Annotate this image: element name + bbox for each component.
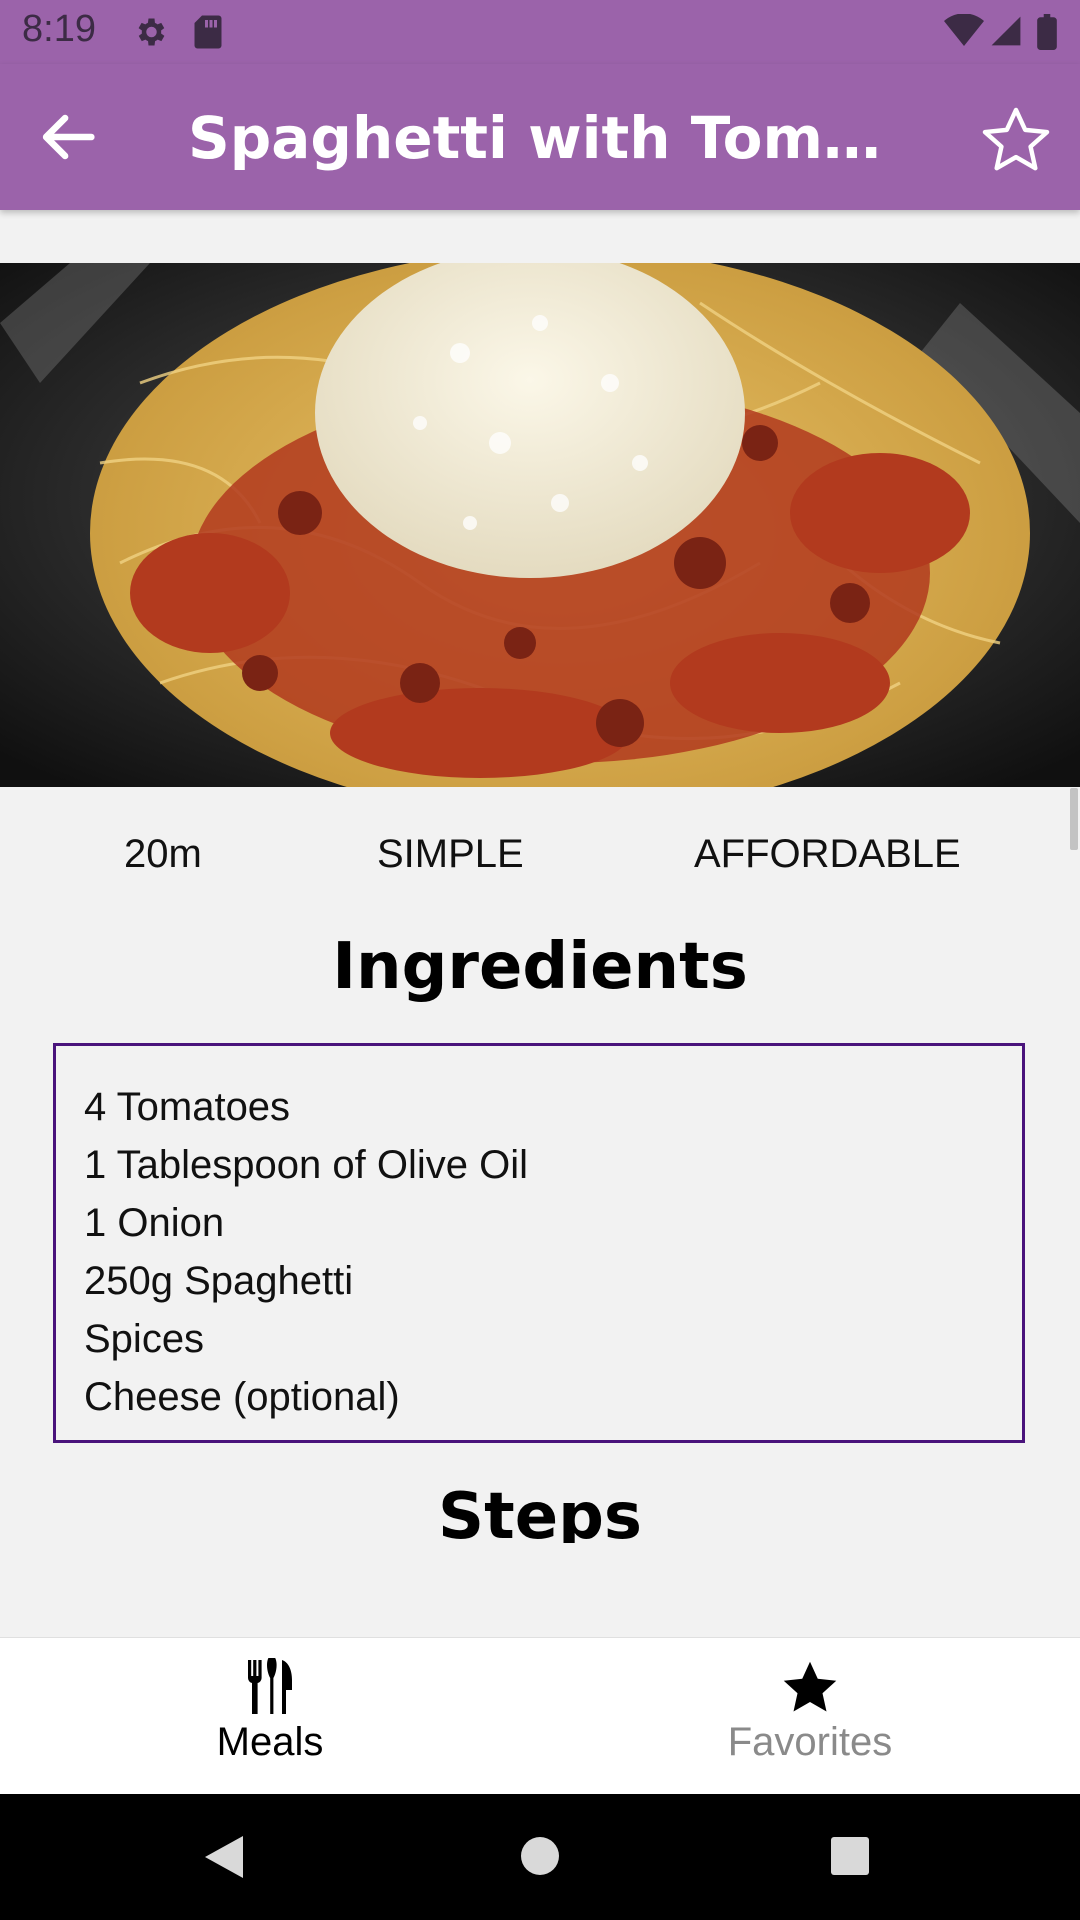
- battery-icon: [1037, 14, 1057, 50]
- meal-complexity: SIMPLE: [377, 832, 524, 876]
- meal-image: [0, 263, 1080, 787]
- favorite-button[interactable]: [976, 102, 1056, 178]
- list-item: 250g Spaghetti: [84, 1259, 354, 1303]
- system-recents-button[interactable]: [830, 1836, 870, 1881]
- signal-icon: [991, 16, 1021, 46]
- nav-item-favorites[interactable]: Favorites: [540, 1638, 1080, 1795]
- arrow-back-icon: [42, 114, 95, 160]
- app-bar: Spaghetti with Tomato Sauce: [0, 64, 1080, 210]
- ingredients-list: 4 Tomatoes 1 Tablespoon of Olive Oil 1 O…: [53, 1043, 1025, 1443]
- nav-label-favorites: Favorites: [727, 1720, 893, 1764]
- scrollbar[interactable]: [1070, 788, 1078, 850]
- ingredients-heading: Ingredients: [332, 930, 748, 1004]
- star-icon: [540, 1658, 1080, 1723]
- list-item: 4 Tomatoes: [84, 1085, 291, 1129]
- list-item: 1 Tablespoon of Olive Oil: [84, 1143, 528, 1187]
- nav-label-meals: Meals: [216, 1720, 324, 1764]
- meal-affordability: AFFORDABLE: [694, 832, 961, 876]
- bottom-navigation: Meals Favorites: [0, 1637, 1080, 1795]
- list-item: 1 Onion: [84, 1201, 225, 1245]
- system-back-button[interactable]: [203, 1834, 245, 1885]
- triangle-back-icon: [205, 1836, 243, 1878]
- system-navigation-bar: [0, 1794, 1080, 1920]
- star-outline-icon: [982, 107, 1050, 171]
- cutlery-icon: [0, 1655, 540, 1721]
- circle-home-icon: [521, 1837, 559, 1875]
- steps-heading-clip: Steps: [0, 1480, 1080, 1543]
- sd-card-icon: [194, 15, 222, 49]
- list-item: Cheese (optional): [84, 1375, 400, 1419]
- meal-detail-content[interactable]: 20m SIMPLE AFFORDABLE Ingredients 4 Toma…: [0, 210, 1080, 1637]
- back-button[interactable]: [30, 102, 106, 172]
- status-time: 8:19: [22, 8, 96, 50]
- square-recents-icon: [831, 1837, 869, 1875]
- page-title: Spaghetti with Tomato Sauce: [188, 104, 908, 172]
- system-home-button[interactable]: [520, 1836, 560, 1881]
- status-bar: 8:19: [0, 0, 1080, 64]
- nav-item-meals[interactable]: Meals: [0, 1638, 540, 1795]
- steps-heading: Steps: [438, 1480, 642, 1543]
- list-item: Spices: [84, 1317, 205, 1361]
- settings-icon: [138, 18, 165, 46]
- meal-duration: 20m: [124, 832, 202, 876]
- wifi-icon: [944, 14, 984, 46]
